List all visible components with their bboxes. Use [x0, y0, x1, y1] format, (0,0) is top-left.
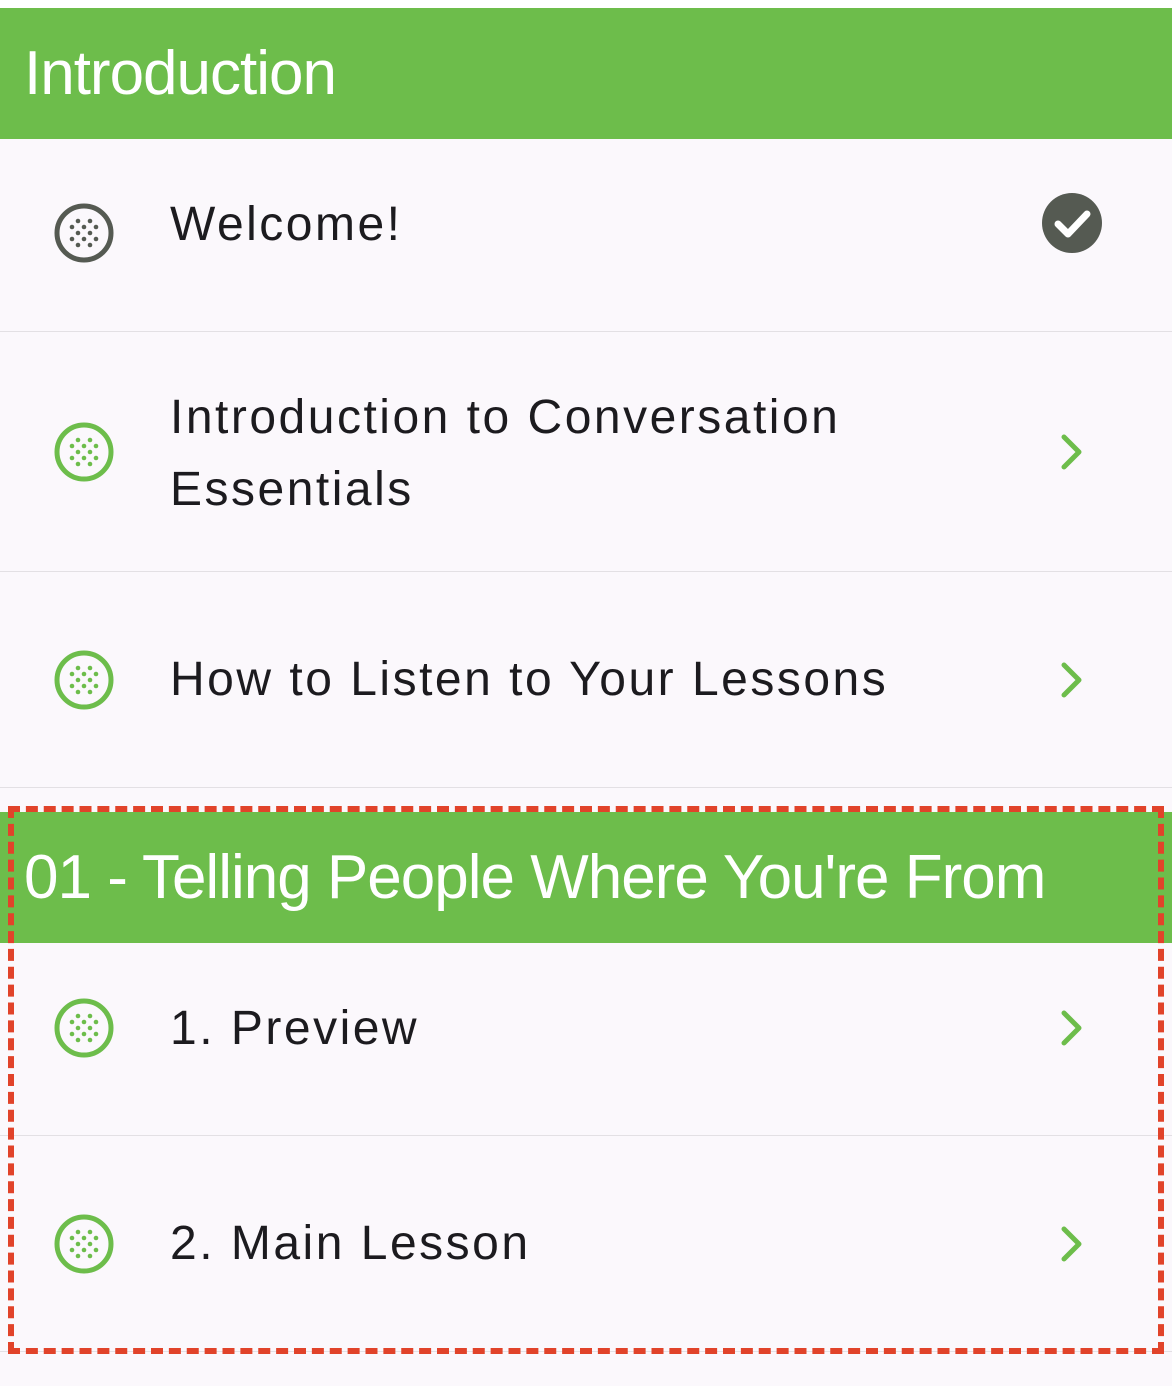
lesson-list-screen: Introduction Welcome! Introduction to Co…: [0, 0, 1172, 1386]
lesson-row-preview[interactable]: 1. Preview: [0, 943, 1172, 1136]
lesson-title: 2. Main Lesson: [170, 1217, 531, 1270]
lesson-row-how-to-listen[interactable]: How to Listen to Your Lessons: [0, 572, 1172, 788]
section-header-introduction: Introduction: [0, 8, 1172, 139]
lesson-row-welcome[interactable]: Welcome!: [0, 139, 1172, 332]
lesson-dotted-circle-icon: [54, 998, 114, 1058]
lesson-title: Introduction to Conversation Essentials: [170, 391, 841, 516]
chevron-right-icon: [1042, 1214, 1102, 1274]
lesson-dotted-circle-icon: [54, 1214, 114, 1274]
chevron-right-icon: [1042, 998, 1102, 1058]
lesson-row-main-lesson[interactable]: 2. Main Lesson: [0, 1136, 1172, 1352]
chevron-right-icon: [1042, 422, 1102, 482]
chevron-right-icon: [1042, 650, 1102, 710]
lesson-dotted-circle-icon: [54, 650, 114, 710]
lesson-title: 1. Preview: [170, 1002, 420, 1055]
lesson-title: Welcome!: [170, 198, 403, 251]
check-circle-icon: [1042, 193, 1102, 253]
section-header-lesson-01: 01 - Telling People Where You're From: [0, 812, 1172, 943]
status-bar-strip: [0, 0, 1172, 8]
lesson-dotted-circle-icon: [54, 422, 114, 482]
lesson-dotted-circle-icon: [54, 203, 114, 263]
lesson-title: How to Listen to Your Lessons: [170, 653, 889, 706]
lesson-row-conversation-essentials[interactable]: Introduction to Conversation Essentials: [0, 332, 1172, 572]
